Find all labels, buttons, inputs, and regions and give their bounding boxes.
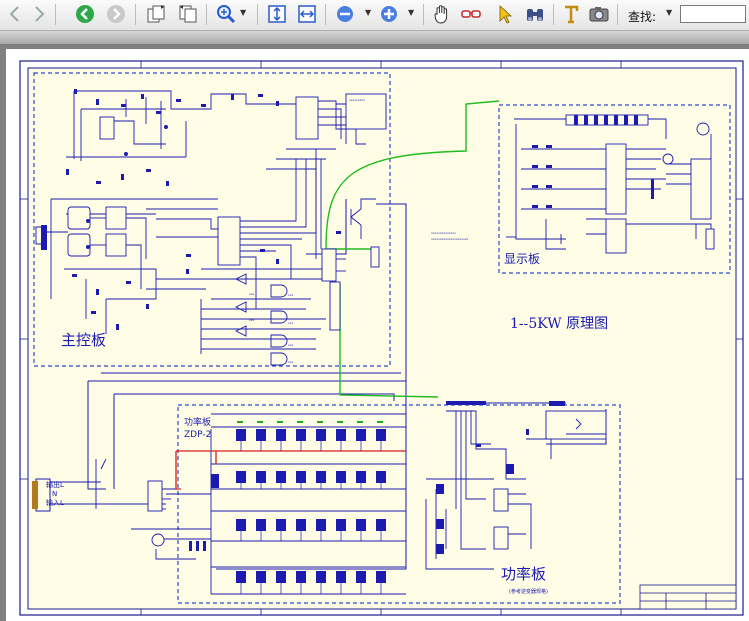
next-page-icon[interactable] (105, 3, 127, 25)
back-arrow-icon[interactable] (4, 3, 26, 25)
forward-arrow-icon[interactable] (28, 3, 50, 25)
toolbar-separator (423, 4, 424, 25)
find-options-dropdown-icon[interactable]: ▼ (666, 8, 672, 17)
select-arrow-icon[interactable] (494, 3, 516, 25)
toolbar-separator (135, 4, 136, 25)
terminal-n-label: N (52, 490, 57, 498)
rotate-page-icon[interactable] (177, 3, 199, 25)
zoom-out-icon[interactable] (334, 3, 356, 25)
display-board-label: 显示板 (504, 252, 540, 266)
find-label: 查找: (628, 10, 657, 24)
zoom-in-icon[interactable] (215, 3, 237, 25)
svg-text:xxx: xxx (249, 292, 255, 296)
find-input[interactable] (680, 5, 746, 23)
toolbar-separator (206, 4, 207, 25)
terminal-output-l-label: 输出L (46, 480, 64, 489)
power-board-note: (参考逆变器规格) (509, 588, 548, 595)
text-select-icon[interactable] (560, 3, 582, 25)
svg-text:xxx: xxx (249, 318, 255, 322)
toolbar-separator (553, 4, 554, 25)
snapshot-camera-icon[interactable] (588, 3, 610, 25)
zoom-dropdown-icon[interactable]: ▼ (240, 8, 246, 17)
svg-text:xxx: xxx (288, 343, 294, 347)
fit-page-icon[interactable] (266, 3, 288, 25)
svg-text:xxxxxxxxxxxxxxxxxxxxx: xxxxxxxxxxxxxxxxxxxxx (431, 237, 469, 241)
toolbar-separator (325, 4, 326, 25)
hand-tool-icon[interactable] (431, 3, 453, 25)
fit-width-icon[interactable] (296, 3, 318, 25)
terminal-input-l-label: 输入L (46, 498, 64, 507)
toolbar-separator (55, 4, 56, 25)
svg-text:xxxxxxxxx: xxxxxxxxx (349, 98, 365, 102)
zoom-in-dropdown-icon[interactable]: ▼ (408, 8, 414, 17)
binoculars-icon[interactable] (524, 3, 546, 25)
zoom-in-icon[interactable] (378, 3, 400, 25)
document-page: xxxxxxxxx xxxxxx xxxxxx xxxxxx xxxxxx (6, 49, 749, 621)
svg-text:xxx: xxx (288, 293, 294, 297)
toolbar-separator (617, 4, 618, 25)
circuit-schematic: xxxxxxxxx xxxxxx xxxxxx xxxxxx xxxxxxxxx… (19, 60, 744, 616)
svg-text:xxx: xxx (288, 321, 294, 325)
toolbar-gradient-strip (0, 31, 749, 45)
svg-text:xxxxxxxxxxxxxx: xxxxxxxxxxxxxx (431, 231, 456, 235)
previous-page-icon[interactable] (74, 3, 96, 25)
title-block (639, 584, 737, 610)
reading-glasses-icon[interactable] (460, 3, 482, 25)
power-board-sub-label: 功率板 (184, 416, 211, 428)
toolbar-separator (257, 4, 258, 25)
schematic-title: 1--5KW 原理图 (510, 316, 608, 332)
zoom-out-dropdown-icon[interactable]: ▼ (365, 8, 371, 17)
svg-text:xxx: xxx (288, 360, 294, 364)
power-board-label: 功率板 (501, 565, 546, 583)
main-board-label: 主控板 (61, 331, 106, 349)
power-board-model: ZDP-2 (184, 430, 211, 440)
toolbar: ▼ ▼ ▼ 查找: ▼ (0, 0, 749, 31)
rotate-page-icon[interactable] (145, 3, 167, 25)
